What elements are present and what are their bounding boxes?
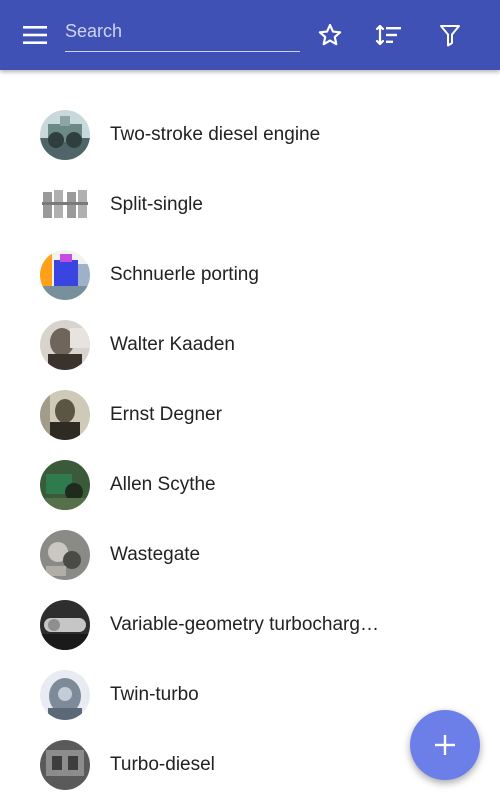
- avatar: [40, 670, 90, 720]
- menu-icon: [23, 26, 47, 44]
- avatar: [40, 390, 90, 440]
- list-item-label: Turbo-diesel: [110, 754, 215, 775]
- list-item-label: Allen Scythe: [110, 474, 216, 495]
- plus-icon: [435, 735, 455, 755]
- list-item[interactable]: Wastegate: [0, 520, 500, 590]
- star-icon: [318, 23, 342, 46]
- menu-button[interactable]: [12, 12, 58, 58]
- avatar: [40, 110, 90, 160]
- filter-button[interactable]: [427, 12, 473, 58]
- favorites-button[interactable]: [307, 12, 353, 58]
- avatar: [40, 320, 90, 370]
- list-item-label: Twin-turbo: [110, 684, 199, 705]
- sort-icon: [375, 24, 401, 46]
- avatar: [40, 460, 90, 510]
- list-item[interactable]: Schnuerle porting: [0, 240, 500, 310]
- search-input[interactable]: [65, 14, 300, 48]
- list-item[interactable]: Split-single: [0, 170, 500, 240]
- avatar: [40, 740, 90, 790]
- list-item[interactable]: Two-stroke diesel engine: [0, 100, 500, 170]
- list-item[interactable]: Walter Kaaden: [0, 310, 500, 380]
- add-button[interactable]: [410, 710, 480, 780]
- avatar: [40, 600, 90, 650]
- list-item-label: Variable-geometry turbocharg…: [110, 614, 379, 635]
- list-item-label: Wastegate: [110, 544, 201, 565]
- app-bar: [0, 0, 500, 70]
- list-item-label: Schnuerle porting: [110, 264, 259, 285]
- sort-button[interactable]: [366, 12, 412, 58]
- avatar: [40, 180, 90, 230]
- avatar: [40, 530, 90, 580]
- list-item[interactable]: Allen Scythe: [0, 450, 500, 520]
- filter-icon: [440, 25, 460, 47]
- avatar: [40, 250, 90, 300]
- article-list: Two-stroke diesel engine Split-single Sc…: [0, 100, 500, 800]
- list-item-label: Two-stroke diesel engine: [110, 124, 321, 145]
- list-item-label: Ernst Degner: [110, 404, 222, 425]
- list-item-label: Walter Kaaden: [110, 334, 235, 355]
- search-field: [65, 14, 300, 52]
- list-item[interactable]: Variable-geometry turbocharg…: [0, 590, 500, 660]
- list-item-label: Split-single: [110, 194, 203, 215]
- list-item[interactable]: Ernst Degner: [0, 380, 500, 450]
